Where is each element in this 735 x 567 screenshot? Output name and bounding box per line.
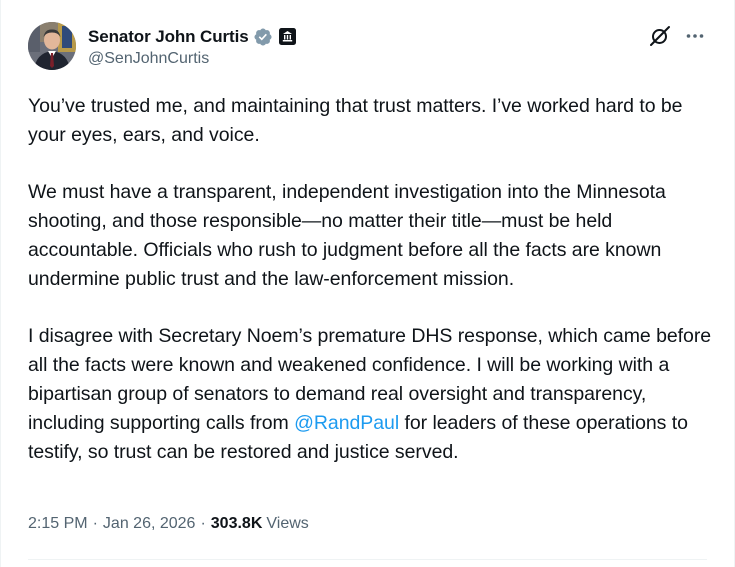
tweet-text: You’ve trusted me, and maintaining that …: [28, 92, 718, 495]
tweet-meta: 2:15 PM · Jan 26, 2026 · 303.8K Views: [28, 515, 309, 533]
tweet-date[interactable]: Jan 26, 2026: [103, 515, 196, 533]
tweet-time[interactable]: 2:15 PM: [28, 515, 88, 533]
tweet-paragraph-2: We must have a transparent, independent …: [28, 181, 666, 290]
tweet-paragraph-3: I disagree with Secretary Noem’s prematu…: [28, 322, 718, 466]
meta-separator: ·: [200, 515, 206, 532]
author-names: Senator John Curtis @SenJohnCurtis: [88, 25, 296, 68]
display-name[interactable]: Senator John Curtis: [88, 27, 249, 47]
tweet-header: Senator John Curtis @SenJohnCurtis: [28, 22, 296, 70]
author-handle[interactable]: @SenJohnCurtis: [88, 50, 296, 68]
views-label[interactable]: Views: [266, 515, 308, 533]
avatar[interactable]: [28, 22, 76, 70]
verified-badge-icon[interactable]: [253, 27, 273, 47]
more-options-icon[interactable]: [684, 25, 706, 47]
top-actions: [648, 24, 706, 48]
divider: [28, 559, 707, 560]
tweet-paragraph-1: You’ve trusted me, and maintaining that …: [28, 95, 683, 146]
name-row: Senator John Curtis: [88, 25, 296, 49]
government-badge-icon[interactable]: [278, 28, 296, 45]
tweet-card: Senator John Curtis @SenJohnCurtis You’v…: [0, 0, 735, 567]
mention-link[interactable]: @RandPaul: [294, 412, 399, 434]
views-count[interactable]: 303.8K: [211, 515, 263, 533]
meta-separator: ·: [92, 515, 98, 532]
grok-icon[interactable]: [648, 24, 672, 48]
